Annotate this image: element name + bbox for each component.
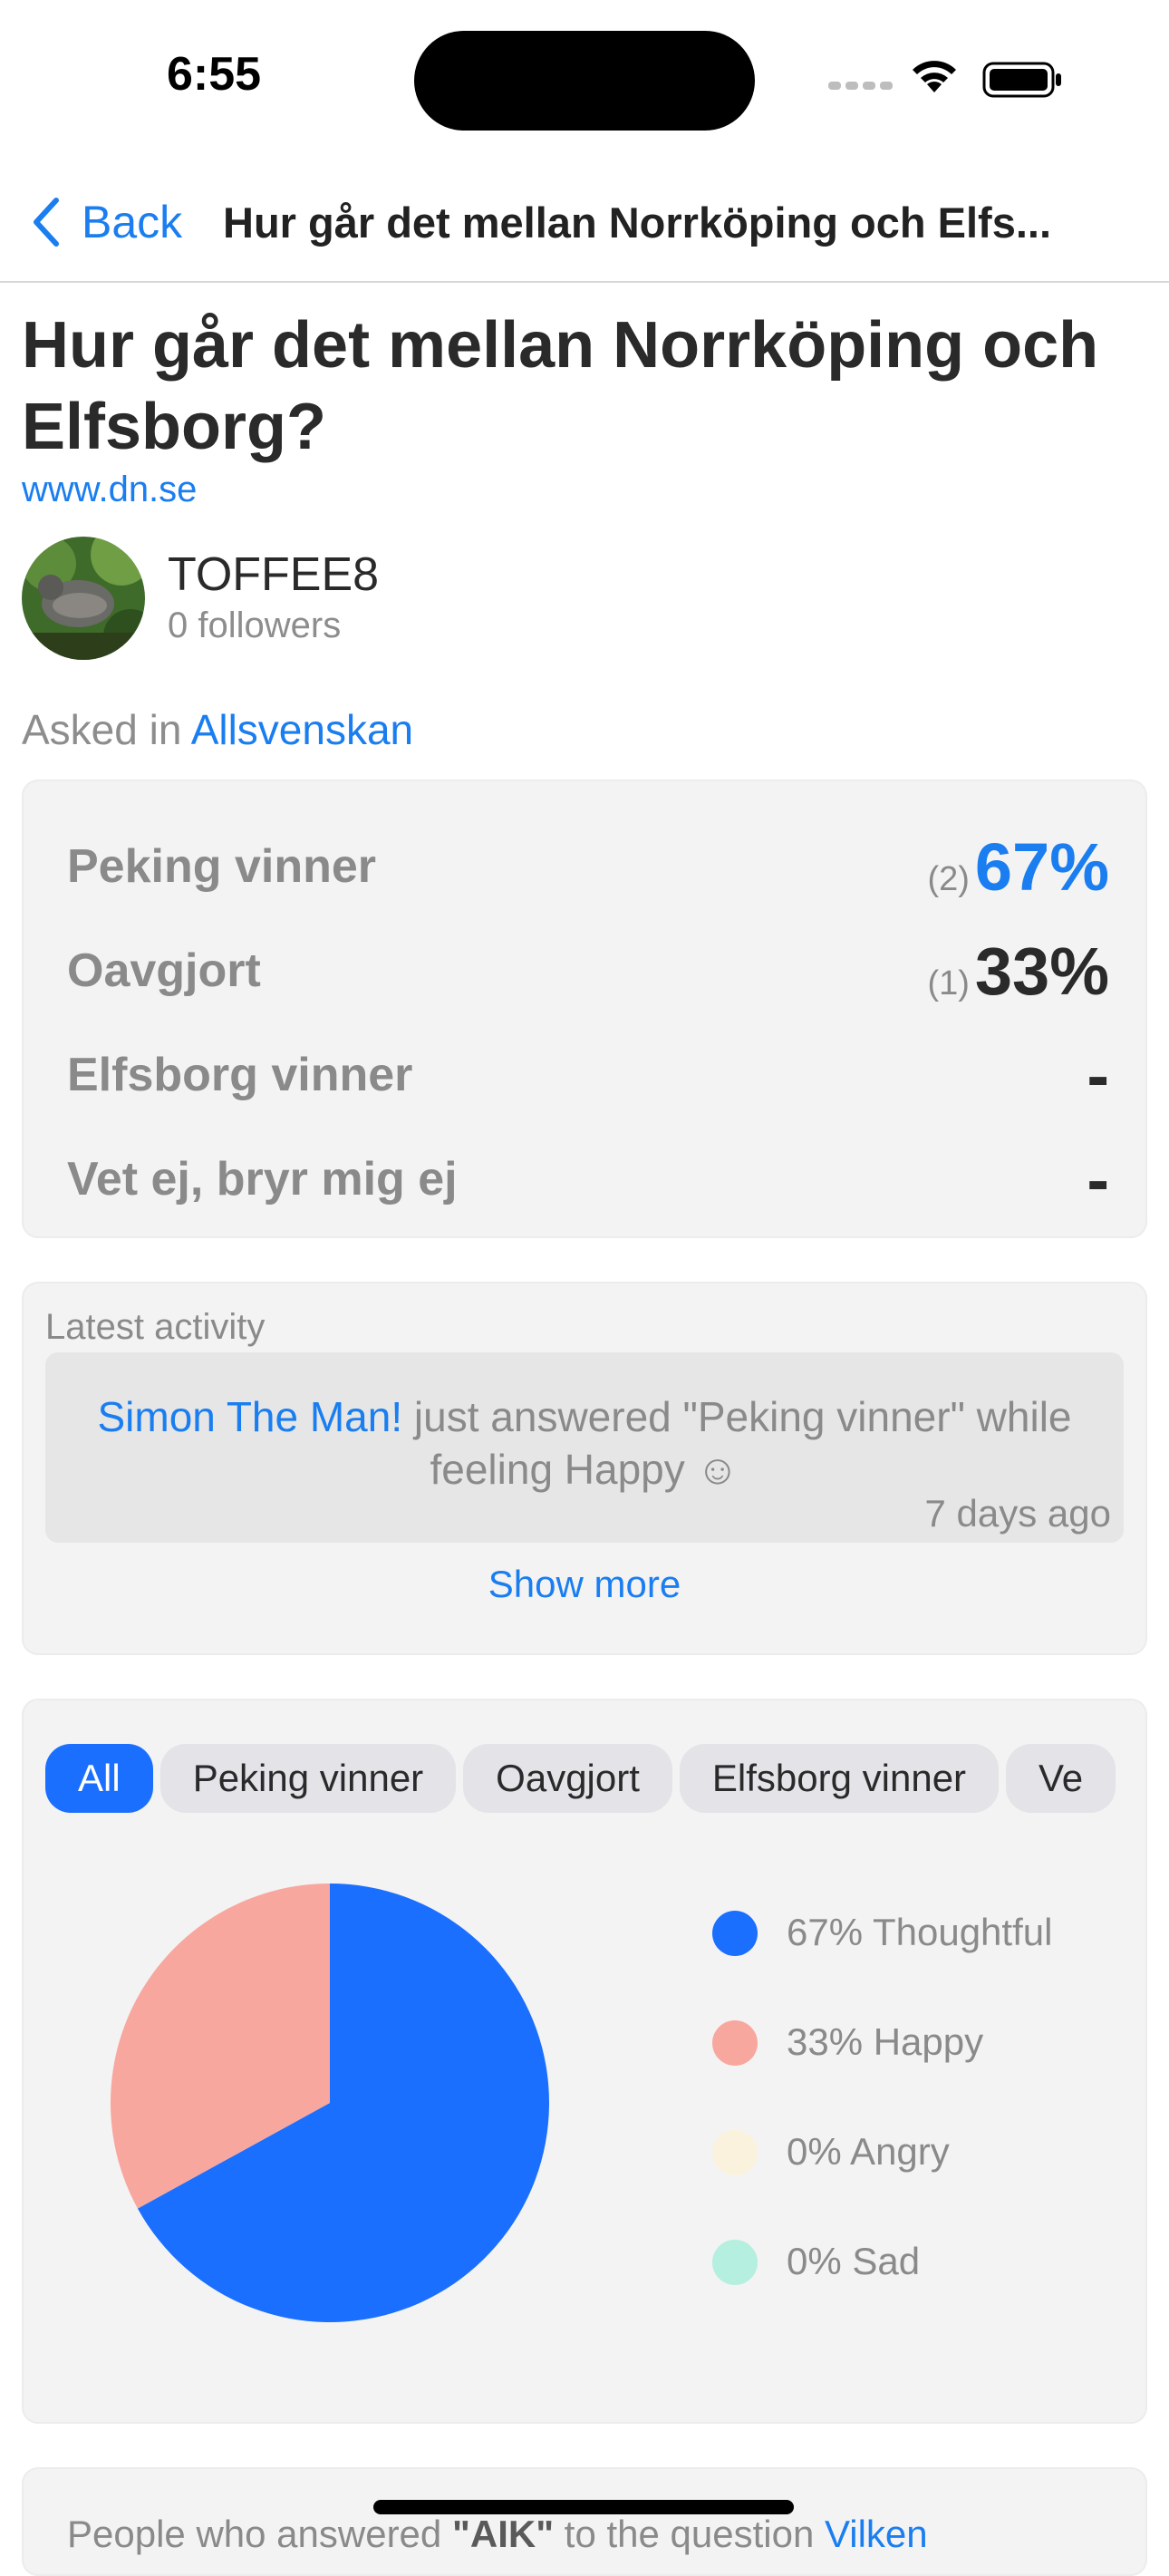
question-title: Hur går det mellan Norrköping och Elfsbo…	[22, 309, 1099, 463]
results-card: Peking vinner (2) 67% Oavgjort (1) 33% E…	[22, 780, 1147, 1238]
show-more-button[interactable]: Show more	[24, 1563, 1145, 1606]
mood-pie-chart	[111, 1884, 549, 2322]
result-count: (2)	[927, 860, 970, 898]
legend-label: 0% Sad	[787, 2240, 921, 2282]
result-row[interactable]: Vet ej, bryr mig ej -	[67, 1141, 1109, 1217]
legend-dot	[712, 1911, 758, 1956]
activity-item: Simon The Man! just answered "Peking vin…	[45, 1352, 1124, 1543]
legend-dot	[712, 2240, 758, 2285]
result-label: Vet ej, bryr mig ej	[67, 1153, 458, 1206]
result-percent: -	[1087, 1038, 1109, 1113]
mood-chart-card: All Peking vinner Oavgjort Elfsborg vinner V…	[22, 1699, 1147, 2424]
back-button[interactable]: Back	[31, 190, 182, 254]
activity-card: Latest activity Simon The Man! just answ…	[22, 1282, 1147, 1655]
result-row[interactable]: Peking vinner (2) 67%	[67, 828, 1109, 905]
result-label: Peking vinner	[67, 840, 376, 893]
filter-chip[interactable]: Peking vinner	[159, 1744, 457, 1813]
activity-time: 7 days ago	[924, 1492, 1112, 1535]
result-percent: 33%	[974, 934, 1109, 1009]
answer-filter-bar: All Peking vinner Oavgjort Elfsborg vinner V…	[45, 1744, 1124, 1816]
result-label: Oavgjort	[67, 944, 261, 997]
filter-chip[interactable]: Oavgjort	[463, 1744, 672, 1813]
navigation-bar: Back Hur går det mellan Norrköping och E…	[0, 163, 1169, 283]
author-followers: 0 followers	[168, 605, 342, 645]
related-answers-text: People who answered "AIK" to the questio…	[67, 2513, 928, 2556]
status-time: 6:55	[167, 48, 262, 101]
result-label: Elfsborg vinner	[67, 1049, 413, 1101]
avatar[interactable]	[22, 537, 145, 660]
result-percent: -	[1087, 1142, 1109, 1217]
chevron-left-icon	[34, 198, 59, 247]
legend-label: 67% Thoughtful	[787, 1911, 1053, 1953]
result-row[interactable]: Elfsborg vinner -	[67, 1037, 1109, 1113]
asked-in: Asked in Allsvenskan	[22, 705, 413, 754]
battery-icon	[982, 62, 1061, 98]
source-link[interactable]: www.dn.se	[22, 470, 197, 510]
cellular-signal-icon	[828, 78, 897, 94]
category-link[interactable]: Allsvenskan	[191, 706, 413, 753]
author-name[interactable]: TOFFEE8	[168, 547, 379, 602]
nav-title: Hur går det mellan Norrköping och Elfs..…	[223, 199, 1052, 247]
result-percent: 67%	[974, 829, 1109, 905]
result-row[interactable]: Oavgjort (1) 33%	[67, 933, 1109, 1009]
filter-chip[interactable]: Ve	[1006, 1744, 1116, 1813]
filter-chip[interactable]: Elfsborg vinner	[679, 1744, 1000, 1813]
asked-prefix: Asked in	[22, 706, 182, 753]
wifi-icon	[913, 61, 956, 92]
home-indicator	[373, 2500, 794, 2514]
activity-message: just answered "Peking vinner" while feel…	[402, 1393, 1072, 1493]
legend-dot	[712, 2130, 758, 2175]
activity-user-link[interactable]: Simon The Man!	[97, 1393, 402, 1440]
legend-label: 0% Angry	[787, 2130, 950, 2173]
filter-chip-all[interactable]: All	[45, 1744, 153, 1813]
legend-dot	[712, 2020, 758, 2066]
dynamic-island	[414, 31, 755, 131]
avatar-image	[22, 537, 145, 660]
result-count: (1)	[927, 964, 970, 1002]
activity-heading: Latest activity	[45, 1307, 266, 1347]
back-label: Back	[82, 197, 183, 247]
legend-label: 33% Happy	[787, 2020, 984, 2063]
activity-text: Simon The Man! just answered "Peking vin…	[82, 1390, 1087, 1496]
status-bar: 6:55	[0, 0, 1169, 163]
related-answers-card: People who answered "AIK" to the questio…	[22, 2467, 1147, 2576]
